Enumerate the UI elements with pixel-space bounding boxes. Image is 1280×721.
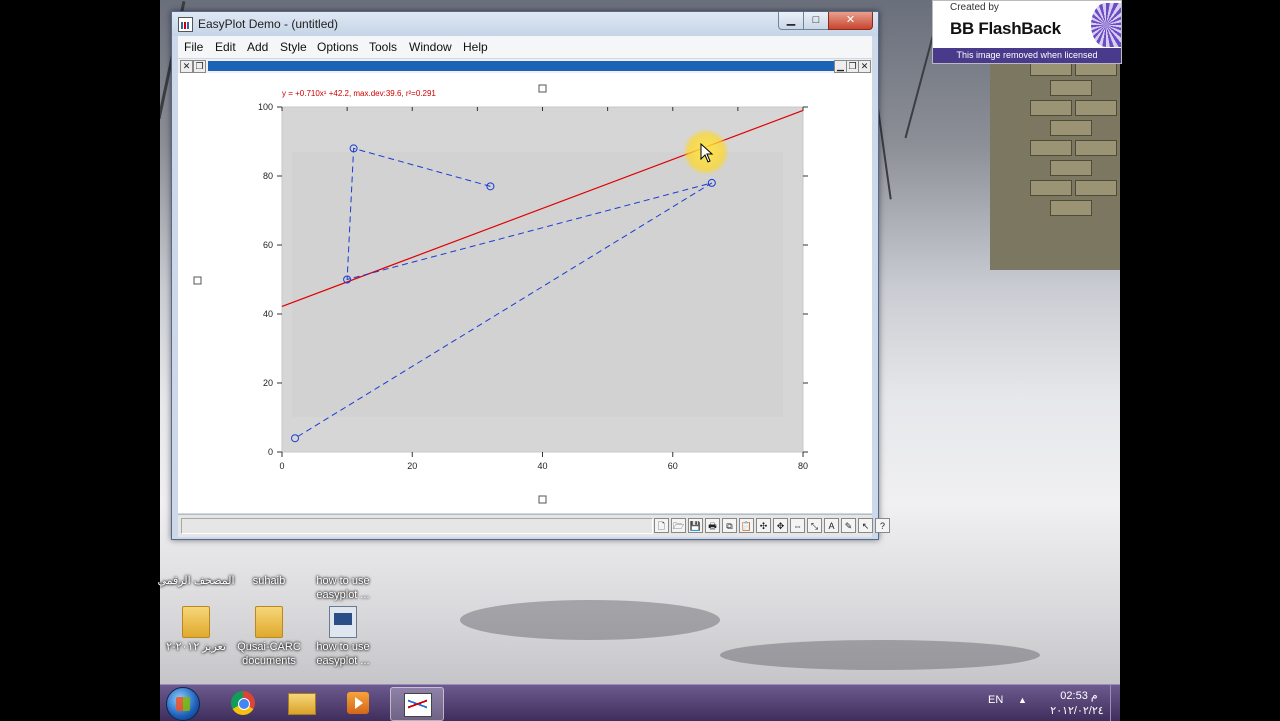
menu-window[interactable]: Window [409,40,452,54]
zoom-icon[interactable]: ✣ [756,518,771,533]
desktop-icon-how-to-use-1[interactable]: how to use easyplot ... [304,540,382,602]
menu-style[interactable]: Style [280,40,307,54]
desktop-icon-taziz[interactable]: تعزيز ٢٠١٢-٢ [157,606,235,654]
tray-expand-icon[interactable]: ▲ [1018,695,1027,705]
mdi-child-bar: ✕ ❐ ▁ ❐ ✕ [178,59,872,73]
mdi-close-button[interactable]: ✕ [858,60,871,73]
folder-icon [182,606,210,638]
desktop-icon-qusai-carc[interactable]: Qusai-CARC documents [230,606,308,668]
easyplot-button[interactable] [390,687,444,721]
y-tick-label: 40 [263,309,273,319]
desktop-icon-quran[interactable]: المصحف الرقمي [157,540,235,588]
media-button[interactable] [332,687,384,719]
save-icon[interactable]: 💾 [688,518,703,533]
watermark-brand: BB FlashBack [950,19,1061,38]
desktop-icon-label: how to use easyplot ... [316,641,370,667]
snow-shadow [720,640,1040,670]
x-tick-label: 40 [537,461,547,471]
selection-handle [193,276,202,285]
clock-time[interactable]: 02:53 م [1044,689,1114,702]
folder-icon [288,693,316,715]
window-title: EasyPlot Demo - (untitled) [198,17,339,31]
snow-shadow [460,600,720,640]
mdi-close-left-icon[interactable]: ✕ [180,60,193,73]
selection-handle [538,495,547,504]
desktop-icon-label: المصحف الرقمي [157,575,235,587]
y-tick-label: 60 [263,240,273,250]
desktop-icon-label: Qusai-CARC documents [237,641,301,667]
scale-icon[interactable]: ⤡ [807,518,822,533]
x-tick-label: 60 [668,461,678,471]
folder-icon [255,606,283,638]
fit-equation-label: y = +0.710x¹ +42.2, max.dev:39.6, r²=0.2… [282,89,436,98]
chrome-icon [231,691,255,715]
media-player-icon [347,692,369,714]
move-icon[interactable]: ✥ [773,518,788,533]
desktop-icon-label: how to use easyplot ... [316,575,370,601]
y-tick-label: 80 [263,171,273,181]
taskbar: EN ▲ 02:53 م ٢٠١٢/٠٢/٢٤ [160,684,1120,721]
help-icon[interactable]: ? [875,518,890,533]
desktop-icon-label: suhaib [252,575,286,587]
chrome-button[interactable] [217,687,269,719]
x-tick-label: 80 [798,461,808,471]
explorer-button[interactable] [275,687,327,719]
easyplot-app-icon[interactable] [178,17,193,32]
y-tick-label: 100 [258,102,273,112]
desktop-icon-label: تعزيز ٢٠١٢-٢ [166,641,226,653]
print-icon[interactable]: 🖶 [705,518,720,533]
desktop-icon-suhaib[interactable]: suhaib [230,540,308,588]
app-icon [329,606,357,638]
watermark-logo-icon [1091,3,1121,47]
edit-icon[interactable]: ✎ [841,518,856,533]
pan-icon[interactable]: ⇔ [790,518,805,533]
mdi-restore-left-icon[interactable]: ❐ [193,60,206,73]
x-tick-label: 0 [279,461,284,471]
maximize-button[interactable]: □ [803,12,829,30]
menu-tools[interactable]: Tools [369,40,397,54]
language-indicator[interactable]: EN [988,694,1003,706]
menu-edit[interactable]: Edit [215,40,236,54]
watermark-notice: This image removed when licensed [933,48,1121,63]
clock-date[interactable]: ٢٠١٢/٠٢/٢٤ [1036,704,1118,717]
plot-texture [292,152,783,417]
desktop-icon-how-to-use-2[interactable]: how to use easyplot ... [304,606,382,668]
minimize-button[interactable]: ▁ [778,12,804,30]
menu-options[interactable]: Options [317,40,358,54]
selection-handle [538,84,547,93]
y-tick-label: 20 [263,378,273,388]
pointer-icon[interactable]: ↖ [858,518,873,533]
recorder-watermark: Created by BB FlashBack This image remov… [932,0,1122,64]
y-tick-label: 0 [268,447,273,457]
plot-area[interactable]: 0 20 40 60 80 0 20 40 60 80 100 y = +0.710x¹ +42.2,… [178,73,872,513]
status-bar: 🗋 🗁 💾 🖶 ⧉ 📋 ✣ ✥ ⇔ ⤡ A ✎ ↖? [178,514,890,537]
plot-document[interactable]: 0 20 40 60 80 0 20 40 60 80 100 y = +0.710x¹ +42.2,… [178,73,872,513]
show-desktop-button[interactable] [1110,685,1121,721]
text-icon[interactable]: A [824,518,839,533]
status-pane [181,518,653,534]
paste-icon[interactable]: 📋 [739,518,754,533]
menu-file[interactable]: File [184,40,203,54]
menu-help[interactable]: Help [463,40,488,54]
close-button[interactable]: ✕ [828,12,873,30]
copy-icon[interactable]: ⧉ [722,518,737,533]
easyplot-icon [404,693,432,717]
menu-add[interactable]: Add [247,40,268,54]
x-tick-label: 20 [407,461,417,471]
easyplot-window: EasyPlot Demo - (untitled) ▁ □ ✕ File Ed… [171,11,890,540]
mdi-caption[interactable] [208,61,838,71]
new-icon[interactable]: 🗋 [654,518,669,533]
brick-wall [990,40,1120,270]
window-titlebar[interactable]: EasyPlot Demo - (untitled) ▁ □ ✕ [172,12,878,36]
mouse-pointer-icon [700,143,714,163]
start-button[interactable] [166,687,200,721]
open-icon[interactable]: 🗁 [671,518,686,533]
watermark-created-by: Created by [950,2,999,13]
menu-bar: File Edit Add Style Options Tools Window… [178,36,872,58]
